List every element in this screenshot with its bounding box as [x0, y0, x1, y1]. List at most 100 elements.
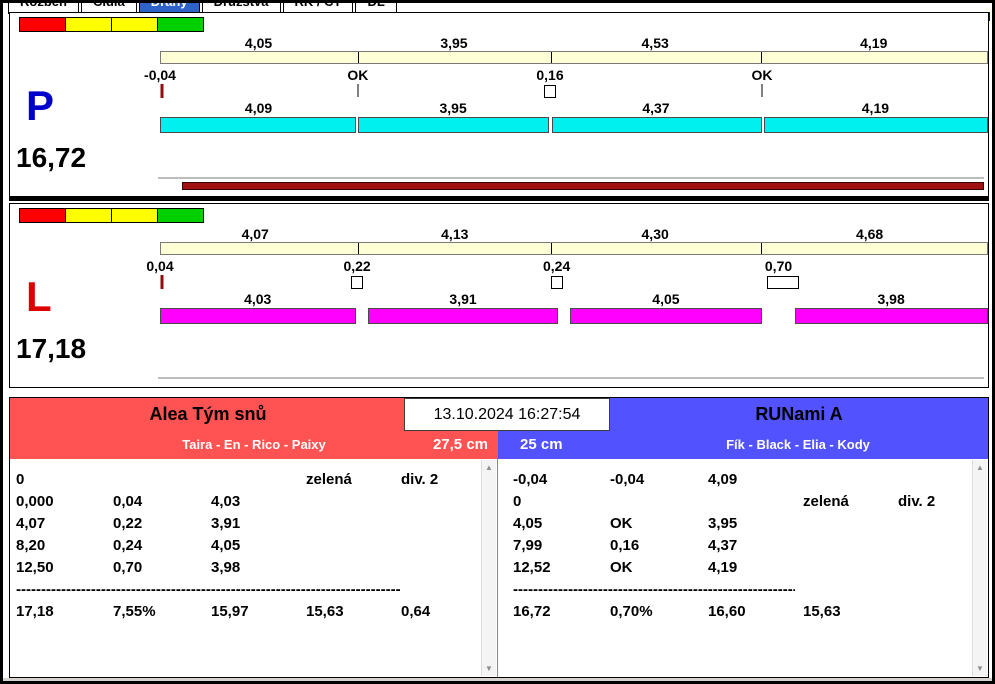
marker-row: [160, 275, 988, 289]
diff-value: 0,04: [146, 258, 174, 274]
cell: [306, 557, 401, 579]
light-yellow-2: [111, 208, 158, 223]
start-marker: [160, 275, 164, 289]
cell: 0,22: [113, 515, 143, 532]
split-bar-segment: [160, 117, 357, 133]
lane-chart: 4,05 3,95 4,53 4,19 -0,04 OK 0,16 OK 4,0…: [144, 13, 988, 196]
lane-panel-l: L 17,18 4,07 4,13 4,30 4,68 0,04 0,22 0,…: [9, 203, 989, 388]
cell: 0: [513, 493, 522, 510]
cell: [401, 557, 477, 579]
cell: [898, 601, 968, 623]
segment-divider: [760, 243, 762, 254]
lane-letter: L: [26, 273, 52, 320]
segment-divider: [357, 52, 359, 63]
light-yellow-1: [65, 208, 112, 223]
cell: zelená: [803, 493, 849, 510]
cell: 4,07: [16, 515, 46, 532]
baseline-rule: [158, 177, 984, 179]
ideal-time-bar: [160, 242, 988, 255]
split-bar-segment: [357, 117, 550, 133]
segment-divider: [550, 243, 552, 254]
table-total-row: 17,18 7,55% 15,97 15,63 0,64: [16, 601, 477, 623]
lane-separator: [9, 197, 989, 201]
cell: [306, 535, 401, 557]
cell: 0,64: [401, 603, 431, 620]
actual-split-value: 3,91: [449, 291, 477, 307]
ideal-split-value: 4,68: [855, 226, 884, 242]
cell: [898, 557, 968, 579]
cell: 0,000: [16, 493, 54, 510]
diff-marker-box: [543, 85, 556, 98]
actual-split-value: 4,37: [642, 100, 670, 116]
ideal-split-value: 4,07: [241, 226, 269, 242]
split-bar-segment: [160, 308, 357, 324]
scrollbar[interactable]: ▲ ▼: [481, 460, 496, 676]
scroll-down-icon[interactable]: ▼: [482, 661, 496, 676]
cell: OK: [610, 515, 633, 532]
cell: 4,05: [513, 515, 543, 532]
actual-split-value: 4,09: [244, 100, 273, 116]
scroll-down-icon[interactable]: ▼: [973, 661, 987, 676]
table-row: 0,000 0,04 4,03: [16, 491, 477, 513]
tab-label: Družstva: [214, 3, 269, 9]
table-separator: ----------------------------------------…: [513, 581, 795, 598]
table-row: 4,05 OK 3,95: [513, 513, 968, 535]
split-bars: [160, 117, 988, 133]
team-right-name: RUNami A: [755, 404, 843, 424]
ideal-split-value: 3,95: [440, 35, 468, 51]
tab-label: Rozběh: [20, 3, 67, 9]
cell: div. 2: [401, 471, 439, 488]
split-bar-segment: [552, 117, 762, 133]
light-yellow-2: [111, 17, 158, 32]
lane-letter: P: [26, 82, 55, 129]
team-right-dogs: Fík - Black - Elia - Kody: [726, 437, 870, 452]
actual-split-value: 3,95: [439, 100, 467, 116]
cell: 8,20: [16, 537, 46, 554]
ideal-splits-row: 4,07 4,13 4,30 4,68: [160, 226, 988, 242]
marker-row: [160, 84, 988, 98]
lane-chart: 4,07 4,13 4,30 4,68 0,04 0,22 0,24 0,70: [146, 204, 988, 387]
cell: 0,24: [113, 537, 143, 554]
cell: [803, 469, 898, 491]
team-right-subheader: 25 cm Fík - Black - Elia - Kody: [498, 431, 988, 459]
cell: 0,16: [610, 537, 640, 554]
tab-label: Dráhy: [151, 3, 188, 9]
tick-marker: [761, 84, 763, 97]
start-marker: [160, 84, 164, 98]
cell: -0,04: [610, 471, 645, 488]
team-left-jump-height: 27,5 cm: [432, 436, 488, 453]
cell: [306, 513, 401, 535]
cell: 16,60: [708, 603, 746, 620]
cell: [211, 469, 306, 491]
diff-value: -0,04: [144, 67, 176, 83]
scrollbar[interactable]: ▲ ▼: [972, 460, 987, 676]
ideal-splits-row: 4,05 3,95 4,53 4,19: [160, 35, 988, 51]
cell: 4,09: [708, 471, 738, 488]
table-row: 12,50 0,70 3,98: [16, 557, 477, 579]
cell: 4,37: [708, 537, 738, 554]
team-left-subheader: Taira - En - Rico - Paixy 27,5 cm: [10, 431, 498, 459]
actual-splits-row: 4,03 3,91 4,05 3,98: [160, 291, 988, 307]
table-total-row: 16,72 0,70% 16,60 15,63: [513, 601, 968, 623]
cell: OK: [610, 559, 633, 576]
actual-split-value: 4,03: [244, 291, 272, 307]
cell: 0,70%: [610, 603, 653, 620]
diff-row: -0,04 OK 0,16 OK: [144, 67, 988, 83]
scroll-up-icon[interactable]: ▲: [973, 460, 987, 475]
split-bars: [160, 308, 988, 324]
split-bar-segment: [569, 308, 762, 324]
cell: [306, 491, 401, 513]
diff-value: OK: [751, 67, 773, 83]
segment-divider: [550, 52, 552, 63]
cell: [610, 491, 708, 513]
ideal-split-value: 4,05: [244, 35, 273, 51]
run-progress-bar: [182, 182, 984, 190]
diff-value: 0,24: [542, 258, 571, 274]
cell: [401, 535, 477, 557]
diff-marker-box: [766, 276, 799, 289]
cell: 15,97: [211, 603, 249, 620]
scroll-up-icon[interactable]: ▲: [482, 460, 496, 475]
split-bar-segment: [763, 117, 988, 133]
cell: [113, 469, 211, 491]
diff-value: 0,70: [764, 258, 793, 274]
